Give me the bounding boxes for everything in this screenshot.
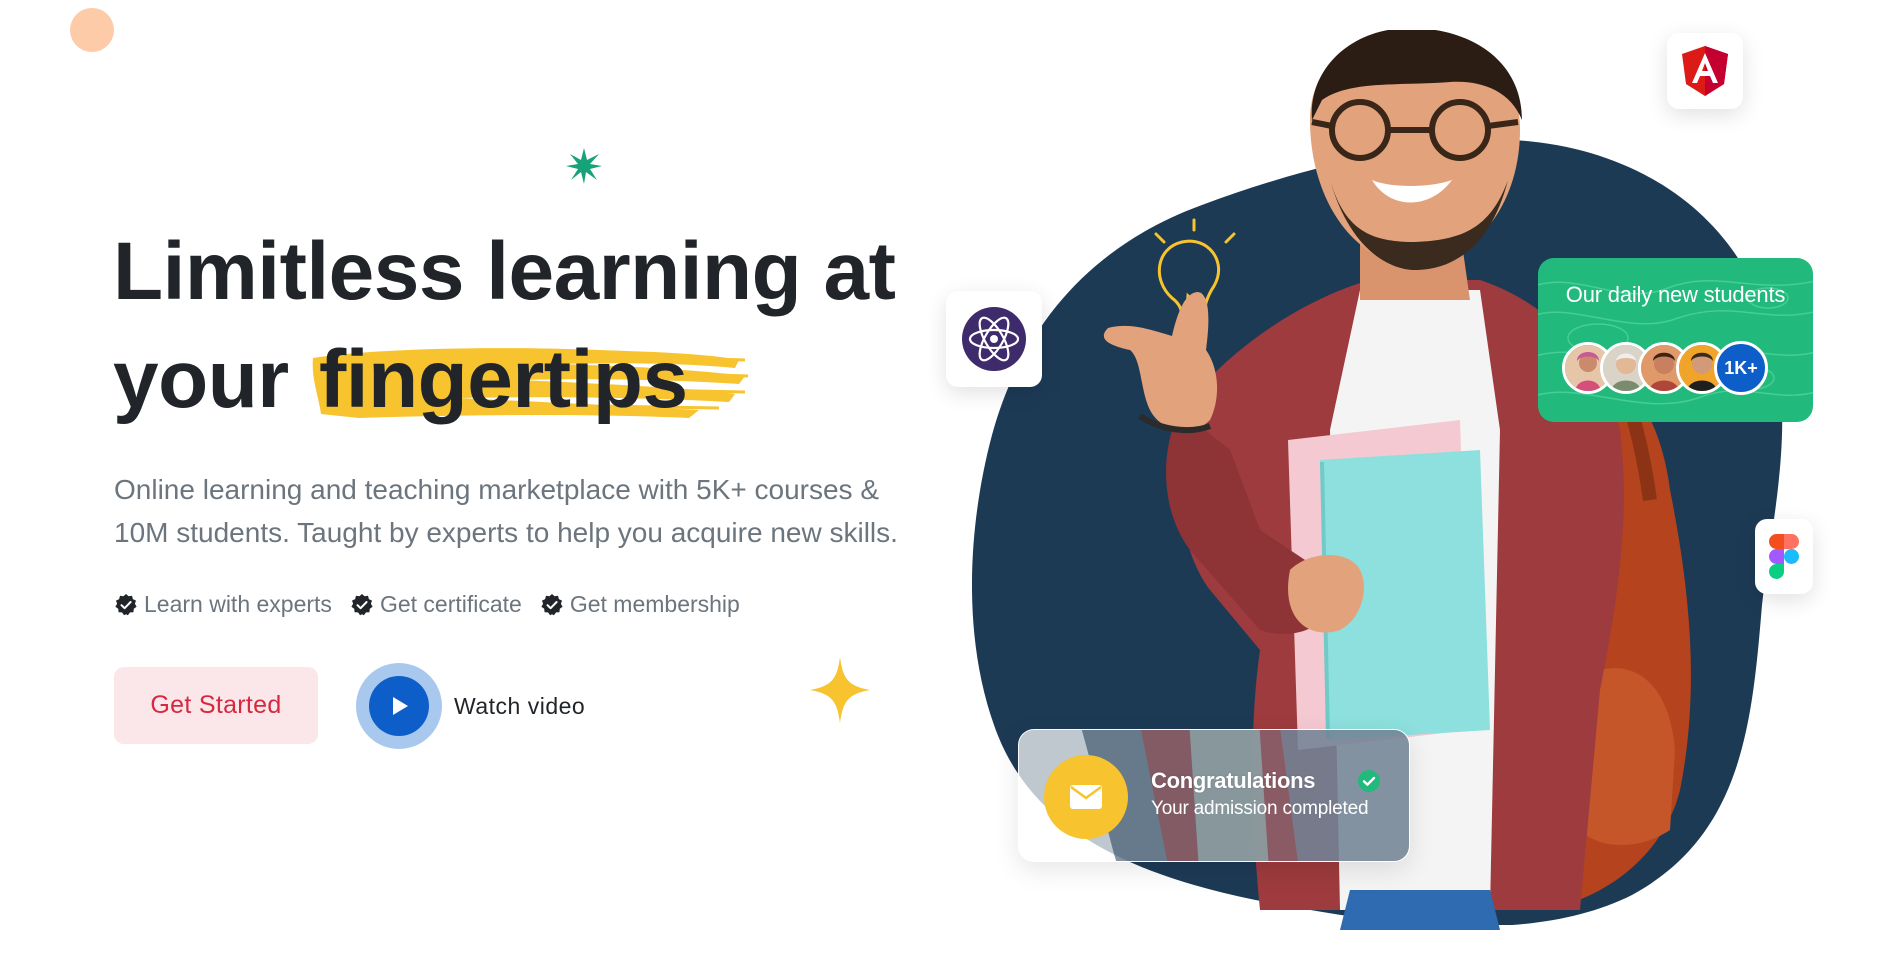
congratulations-title: Congratulations <box>1151 768 1316 793</box>
hero-title-line1: Limitless learning at <box>113 226 896 317</box>
play-button-ring[interactable] <box>356 663 442 749</box>
check-circle-icon <box>1358 770 1380 792</box>
play-icon <box>393 697 408 715</box>
atom-icon <box>962 307 1026 371</box>
hero-title-prefix: your <box>113 334 289 425</box>
mail-badge <box>1044 755 1128 839</box>
feature-label: Get certificate <box>379 591 522 617</box>
hero-title-highlight-text: fingertips <box>319 334 688 425</box>
daily-students-title: Our daily new students <box>1565 282 1786 307</box>
avatar-group: 1K+ <box>1562 341 1768 395</box>
feature-item: Get membership <box>540 591 740 618</box>
watch-video-button[interactable]: Watch video <box>356 663 585 749</box>
feature-label: Learn with experts <box>144 591 332 617</box>
decorative-sparkle-icon <box>566 148 602 184</box>
get-started-button[interactable]: Get Started <box>114 667 318 744</box>
hero-title-highlight: fingertips <box>311 326 749 434</box>
figma-icon <box>1769 533 1799 579</box>
hero-title-line2: your fingertips <box>113 326 895 434</box>
check-badge-icon <box>115 593 137 615</box>
feature-item: Get certificate <box>350 591 522 618</box>
figma-card[interactable] <box>1755 519 1813 594</box>
congratulations-subtitle: Your admission completed <box>1151 798 1369 819</box>
feature-label: Get membership <box>569 591 740 617</box>
congratulations-card: Congratulations Your admission completed <box>1018 729 1410 862</box>
check-badge-icon <box>541 593 563 615</box>
feature-item: Learn with experts <box>114 591 332 618</box>
angular-card[interactable] <box>1667 33 1743 109</box>
atom-card[interactable] <box>946 291 1042 387</box>
check-badge-icon <box>351 593 373 615</box>
daily-students-card: Our daily new students 1K+ <box>1538 258 1813 422</box>
students-count-badge: 1K+ <box>1714 341 1768 395</box>
decorative-circle <box>70 8 114 52</box>
angular-icon <box>1682 46 1728 96</box>
mail-icon <box>1070 785 1102 809</box>
play-button[interactable] <box>369 676 429 736</box>
hero-page: Limitless learning at your fingertips On… <box>0 0 1895 974</box>
watch-video-label[interactable]: Watch video <box>454 693 585 720</box>
hero-description: Online learning and teaching marketplace… <box>114 474 898 548</box>
hero-title: Limitless learning at your fingertips <box>113 218 896 434</box>
decorative-star-icon <box>810 657 870 723</box>
feature-list: Learn with experts Get certificate Get m… <box>114 591 740 618</box>
